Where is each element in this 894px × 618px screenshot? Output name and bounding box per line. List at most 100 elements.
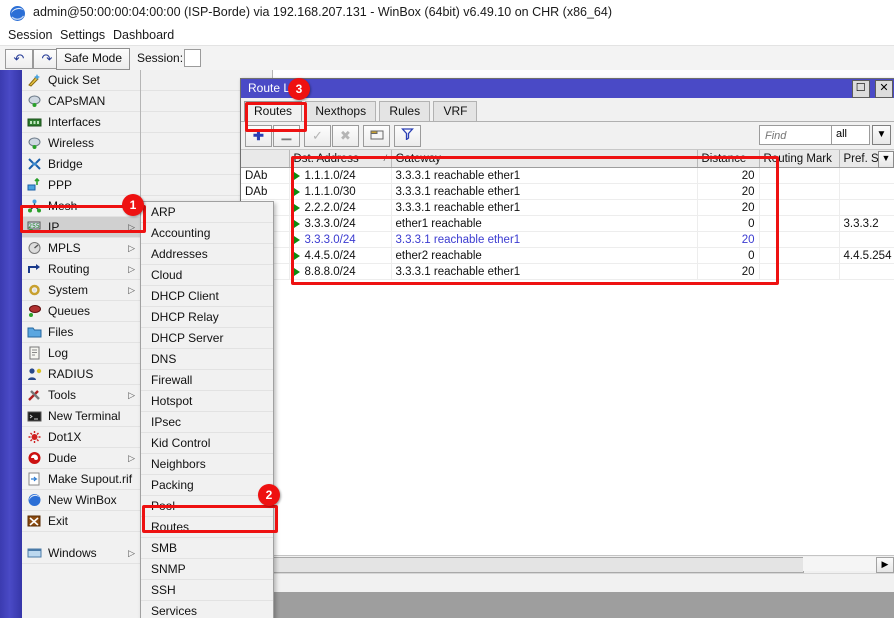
ip-submenu-packing[interactable]: Packing <box>141 475 273 496</box>
chevron-down-icon[interactable]: ▼ <box>872 125 891 145</box>
sidebar-item-new-terminal[interactable]: New Terminal <box>22 406 140 427</box>
route-window-title-bar[interactable]: Route L ☐ ✕ <box>241 79 894 98</box>
ip-submenu-addresses[interactable]: Addresses <box>141 244 273 265</box>
find-input[interactable] <box>763 127 833 145</box>
maximize-icon[interactable]: ☐ <box>852 80 870 98</box>
sidebar-item-interfaces[interactable]: Interfaces <box>22 112 140 133</box>
sidebar-item-routing[interactable]: Routing ▷ <box>22 259 140 280</box>
main-menu: Quick Set CAPsMAN Interfaces Wireless Br… <box>22 70 141 618</box>
table-row[interactable]: DAb1.1.1.0/303.3.3.1 reachable ether120 <box>241 184 894 200</box>
menu-settings[interactable]: Settings <box>57 27 108 43</box>
ip-submenu-ipsec[interactable]: IPsec <box>141 412 273 433</box>
sidebar-item-quick-set[interactable]: Quick Set <box>22 70 140 91</box>
terminal-icon <box>27 409 42 423</box>
ip-submenu-dns[interactable]: DNS <box>141 349 273 370</box>
cell-routing-mark <box>759 232 839 248</box>
sidebar-item-system[interactable]: System ▷ <box>22 280 140 301</box>
sidebar-separator <box>22 532 140 543</box>
safe-mode-button[interactable]: Safe Mode <box>56 48 130 70</box>
ip-submenu-cloud[interactable]: Cloud <box>141 265 273 286</box>
sidebar-item-exit[interactable]: Exit <box>22 511 140 532</box>
col-flags[interactable] <box>241 150 289 168</box>
col-gateway[interactable]: Gateway <box>391 150 697 168</box>
sidebar-item-ip[interactable]: 255 IP ▷ <box>22 217 140 238</box>
ip-submenu-dhcp-server[interactable]: DHCP Server <box>141 328 273 349</box>
table-row[interactable]: 4.4.5.0/24ether2 reachable04.4.5.254 <box>241 248 894 264</box>
table-row[interactable]: 3.3.3.0/243.3.3.1 reachable ether120 <box>241 232 894 248</box>
table-row[interactable]: 3.3.3.0/24ether1 reachable03.3.3.2 <box>241 216 894 232</box>
menu-session[interactable]: Session <box>5 27 55 43</box>
filter-funnel-icon[interactable] <box>394 125 421 147</box>
ip-submenu-snmp[interactable]: SNMP <box>141 559 273 580</box>
sidebar-item-ppp[interactable]: PPP <box>22 175 140 196</box>
sidebar-item-queues[interactable]: Queues <box>22 301 140 322</box>
check-icon[interactable]: ✓ <box>304 125 331 147</box>
sidebar-label: Wireless <box>48 136 94 150</box>
hscroll-track[interactable] <box>803 557 876 571</box>
ip-submenu-dhcp-client[interactable]: DHCP Client <box>141 286 273 307</box>
sidebar-item-make-supout[interactable]: Make Supout.rif <box>22 469 140 490</box>
sidebar-label: Dot1X <box>48 430 81 444</box>
tab-rules[interactable]: Rules <box>379 101 430 121</box>
sidebar-item-windows[interactable]: Windows ▷ <box>22 543 140 564</box>
table-row[interactable]: DAb1.1.1.0/243.3.3.1 reachable ether120 <box>241 168 894 184</box>
cell-pref-source: 3.3.3.2 <box>839 216 894 232</box>
column-chooser-icon[interactable]: ▼ <box>878 151 894 168</box>
plus-icon[interactable]: ✚ <box>245 125 272 147</box>
ip-submenu-routes[interactable]: Routes <box>141 517 273 538</box>
comment-icon[interactable] <box>363 125 390 147</box>
sidebar-label: Make Supout.rif <box>48 472 132 486</box>
scroll-right-icon[interactable]: ▶ <box>876 557 894 573</box>
table-row[interactable]: 8.8.8.0/243.3.3.1 reachable ether120 <box>241 264 894 280</box>
ip-submenu-arp[interactable]: ARP <box>141 202 273 223</box>
sidebar-item-wireless[interactable]: Wireless <box>22 133 140 154</box>
ip-submenu-hotspot[interactable]: Hotspot <box>141 391 273 412</box>
ip-submenu-accounting[interactable]: Accounting <box>141 223 273 244</box>
chevron-right-icon: ▷ <box>128 543 135 563</box>
ip-submenu-smb[interactable]: SMB <box>141 538 273 559</box>
sidebar-item-dot1x[interactable]: Dot1X <box>22 427 140 448</box>
annotation-badge-2: 2 <box>258 484 280 506</box>
cross-icon[interactable]: ✖ <box>332 125 359 147</box>
sidebar-item-capsman[interactable]: CAPsMAN <box>22 91 140 112</box>
ip-submenu-kid-control[interactable]: Kid Control <box>141 433 273 454</box>
menu-dashboard[interactable]: Dashboard <box>110 27 177 43</box>
sidebar-item-bridge[interactable]: Bridge <box>22 154 140 175</box>
minus-icon[interactable]: ⚊ <box>273 125 300 147</box>
ip-submenu-ssh[interactable]: SSH <box>141 580 273 601</box>
sidebar-label: Dude <box>48 451 77 465</box>
hscroll-thumb[interactable] <box>242 557 804 573</box>
table-row[interactable]: 2.2.2.0/243.3.3.1 reachable ether120 <box>241 200 894 216</box>
sidebar-item-mpls[interactable]: MPLS ▷ <box>22 238 140 259</box>
ip-submenu-dhcp-relay[interactable]: DHCP Relay <box>141 307 273 328</box>
tab-vrf[interactable]: VRF <box>433 101 477 121</box>
col-dst-address[interactable]: Dst. Address / <box>289 150 391 168</box>
chevron-right-icon: ▷ <box>128 280 135 300</box>
find-input-wrapper[interactable] <box>759 125 833 145</box>
cell-flags: DAb <box>241 184 289 200</box>
session-input[interactable] <box>184 49 201 67</box>
ip-submenu-neighbors[interactable]: Neighbors <box>141 454 273 475</box>
ip-submenu-pool[interactable]: Pool <box>141 496 273 517</box>
route-active-triangle-icon <box>294 268 300 276</box>
sidebar-item-files[interactable]: Files <box>22 322 140 343</box>
filter-scope-select[interactable]: all <box>831 125 870 145</box>
col-distance[interactable]: Distance <box>697 150 759 168</box>
sidebar-item-tools[interactable]: Tools ▷ <box>22 385 140 406</box>
close-icon[interactable]: ✕ <box>875 80 893 98</box>
horizontal-scrollbar[interactable]: ▶ <box>241 555 894 573</box>
tab-routes[interactable]: Routes <box>244 101 302 121</box>
undo-arrow-icon[interactable]: ↶ <box>5 49 33 69</box>
ip-submenu-services[interactable]: Services <box>141 601 273 618</box>
tab-nexthops[interactable]: Nexthops <box>305 101 376 121</box>
cell-pref-source <box>839 200 894 216</box>
wireless-icon <box>27 136 42 150</box>
sidebar-item-log[interactable]: Log <box>22 343 140 364</box>
sidebar-label: Windows <box>48 546 97 560</box>
sidebar-item-new-winbox[interactable]: New WinBox <box>22 490 140 511</box>
sidebar-item-radius[interactable]: RADIUS <box>22 364 140 385</box>
cell-gateway: 3.3.3.1 reachable ether1 <box>391 232 697 248</box>
col-routing-mark[interactable]: Routing Mark <box>759 150 839 168</box>
ip-submenu-firewall[interactable]: Firewall <box>141 370 273 391</box>
sidebar-item-dude[interactable]: Dude ▷ <box>22 448 140 469</box>
